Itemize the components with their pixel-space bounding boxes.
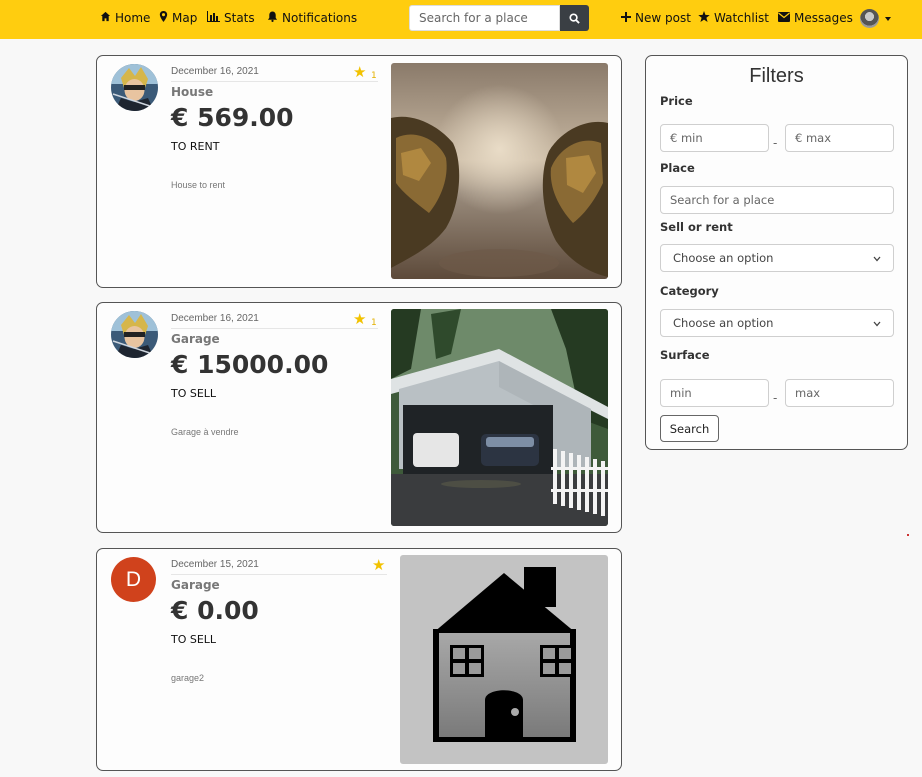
- chevron-down-icon[interactable]: [885, 17, 891, 21]
- place-input[interactable]: [660, 186, 894, 214]
- nav-stats-label: Stats: [224, 11, 255, 25]
- price-label: Price: [660, 94, 693, 108]
- star-icon: [698, 11, 710, 25]
- nav-home[interactable]: Home: [100, 11, 150, 25]
- nav-messages-label: Messages: [794, 11, 853, 25]
- surface-label: Surface: [660, 348, 710, 362]
- nav-stats[interactable]: Stats: [207, 11, 255, 25]
- chevron-down-icon: [873, 251, 881, 265]
- map-marker-icon: [159, 11, 168, 25]
- divider: [171, 328, 378, 329]
- post-description: garage2: [171, 673, 205, 683]
- post-category: House: [171, 85, 214, 99]
- home-icon: [100, 11, 111, 25]
- watch-star-icon[interactable]: ★: [353, 312, 366, 327]
- nav-home-label: Home: [115, 11, 151, 25]
- filters-search-button[interactable]: Search: [660, 415, 719, 442]
- filters-title: Filters: [749, 65, 804, 87]
- place-label: Place: [660, 161, 695, 175]
- surface-separator: -: [773, 391, 778, 405]
- nav-notifications[interactable]: Notifications: [267, 11, 357, 25]
- sell-rent-select[interactable]: Choose an option: [660, 244, 894, 272]
- post-image[interactable]: [391, 309, 608, 526]
- post-type: TO SELL: [171, 633, 217, 646]
- divider: [171, 574, 387, 575]
- watch-star-icon[interactable]: ★: [372, 558, 385, 573]
- watch-star-icon[interactable]: ★: [353, 65, 366, 80]
- category-value: Choose an option: [673, 316, 774, 330]
- price-max-input[interactable]: [785, 124, 894, 152]
- top-navbar: Home Map Stats Notifications New post Wa…: [0, 0, 922, 39]
- nav-search-button[interactable]: [560, 5, 589, 31]
- category-label: Category: [660, 284, 719, 298]
- post-description: House to rent: [171, 180, 226, 190]
- bar-chart-icon: [207, 11, 220, 25]
- avatar[interactable]: [111, 64, 158, 111]
- plus-icon: [621, 11, 631, 25]
- avatar[interactable]: D: [111, 557, 156, 602]
- price-min-input[interactable]: [660, 124, 769, 152]
- divider: [171, 81, 378, 82]
- post-image[interactable]: [391, 63, 608, 279]
- nav-search-input[interactable]: [409, 5, 560, 31]
- post-price: € 569.00: [171, 103, 294, 132]
- post-price: € 15000.00: [171, 350, 329, 379]
- user-avatar[interactable]: [860, 9, 879, 28]
- post-type: TO RENT: [171, 140, 220, 153]
- post-category: Garage: [171, 332, 220, 346]
- watch-count: 1: [371, 71, 377, 81]
- surface-min-input[interactable]: [660, 379, 769, 407]
- bell-icon: [267, 11, 278, 25]
- nav-new-post[interactable]: New post: [621, 11, 691, 25]
- post-type: TO SELL: [171, 387, 217, 400]
- nav-notifications-label: Notifications: [282, 11, 358, 25]
- surface-max-input[interactable]: [785, 379, 894, 407]
- search-icon: [569, 9, 580, 28]
- avatar[interactable]: [111, 311, 158, 358]
- sell-rent-value: Choose an option: [673, 251, 774, 265]
- nav-map[interactable]: Map: [159, 11, 197, 25]
- nav-watchlist[interactable]: Watchlist: [698, 11, 769, 25]
- filters-panel: Filters Price - Place Sell or rent Choos…: [645, 55, 908, 450]
- nav-new-post-label: New post: [635, 11, 691, 25]
- envelope-icon: [778, 11, 790, 25]
- nav-watchlist-label: Watchlist: [714, 11, 769, 25]
- post-image[interactable]: [400, 555, 608, 764]
- avatar-letter: D: [125, 567, 142, 591]
- post-date: December 16, 2021: [171, 313, 259, 324]
- post-category: Garage: [171, 578, 220, 592]
- post-card[interactable]: December 16, 2021 ★ 1 House € 569.00 TO …: [96, 55, 622, 288]
- price-separator: -: [773, 136, 778, 150]
- post-date: December 15, 2021: [171, 559, 259, 570]
- chevron-down-icon: [873, 316, 881, 330]
- post-price: € 0.00: [171, 596, 259, 625]
- post-date: December 16, 2021: [171, 66, 259, 77]
- post-description: Garage à vendre: [171, 427, 239, 437]
- stray-dot: [907, 534, 909, 536]
- watch-count: 1: [371, 318, 377, 328]
- post-card[interactable]: D December 15, 2021 ★ Garage € 0.00 TO S…: [96, 548, 622, 771]
- category-select[interactable]: Choose an option: [660, 309, 894, 337]
- nav-messages[interactable]: Messages: [778, 11, 853, 25]
- sell-rent-label: Sell or rent: [660, 220, 733, 234]
- post-card[interactable]: December 16, 2021 ★ 1 Garage € 15000.00 …: [96, 302, 622, 533]
- nav-map-label: Map: [172, 11, 198, 25]
